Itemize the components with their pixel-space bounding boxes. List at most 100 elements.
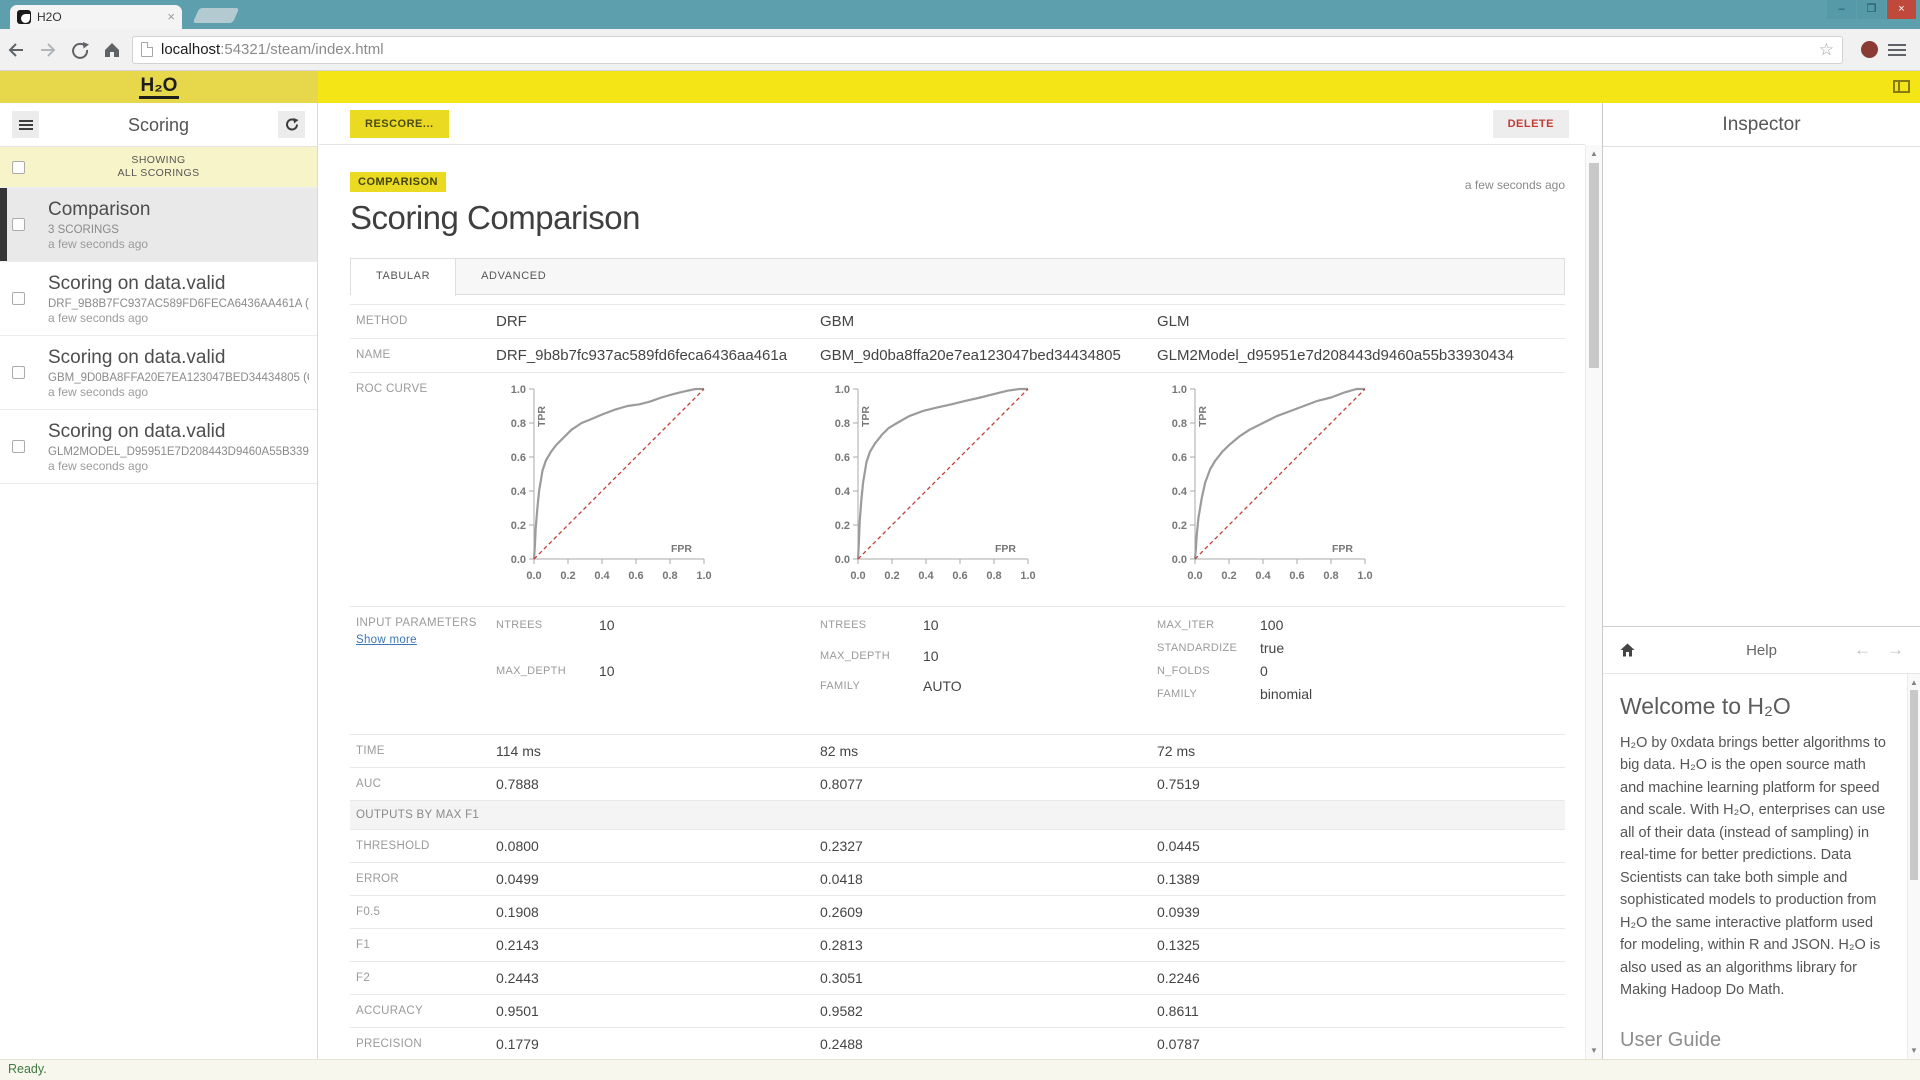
- scoring-item-subtitle: DRF_9B8B7FC937AC589FD6FECA6436AA461A (CA…: [48, 297, 309, 311]
- metric-row: F10.21430.28130.1325: [350, 928, 1565, 961]
- new-tab-button[interactable]: [193, 8, 240, 23]
- metric-value: 0.9582: [820, 1003, 1157, 1019]
- tab-advanced[interactable]: ADVANCED: [456, 259, 571, 294]
- roc-chance-line: [858, 389, 1028, 559]
- refresh-button[interactable]: [278, 111, 305, 138]
- scoring-list-item[interactable]: Scoring on data.validGLM2MODEL_D95951E7D…: [0, 410, 317, 484]
- metric-row: THRESHOLD0.08000.23270.0445: [350, 829, 1565, 862]
- svg-text:0.0: 0.0: [835, 554, 850, 566]
- back-icon[interactable]: [0, 35, 32, 65]
- svg-text:0.4: 0.4: [835, 486, 851, 498]
- show-more-link[interactable]: Show more: [356, 634, 496, 646]
- status-bar: Ready.: [0, 1059, 1920, 1080]
- scrollbar-thumb[interactable]: [1589, 163, 1599, 368]
- svg-text:FPR: FPR: [995, 543, 1016, 555]
- help-content: Welcome to H₂O H₂O by 0xdata brings bett…: [1603, 674, 1907, 1059]
- scroll-down-icon[interactable]: ▼: [1908, 1043, 1920, 1058]
- parameter-value: 10: [599, 615, 820, 658]
- minimize-button[interactable]: –: [1827, 0, 1856, 19]
- metric-label: PRECISION: [350, 1036, 496, 1052]
- metric-value: 0.2488: [820, 1036, 1157, 1052]
- svg-text:0.8: 0.8: [986, 570, 1001, 582]
- menu-button[interactable]: [12, 111, 39, 138]
- panes-icon[interactable]: [1893, 80, 1910, 93]
- svg-text:0.2: 0.2: [1172, 520, 1187, 532]
- scroll-down-icon[interactable]: ▼: [1586, 1043, 1602, 1058]
- app-header-sidebar: H₂O: [0, 71, 318, 103]
- scoring-item-title: Comparison: [48, 199, 309, 221]
- extension-icon[interactable]: [1861, 41, 1878, 58]
- method-row: METHODDRFGBMGLM: [350, 304, 1565, 338]
- svg-text:0.6: 0.6: [952, 570, 967, 582]
- svg-text:0.6: 0.6: [511, 452, 526, 464]
- svg-text:0.6: 0.6: [628, 570, 643, 582]
- forward-icon[interactable]: [32, 35, 64, 65]
- scoring-checkbox[interactable]: [12, 366, 25, 379]
- metric-value: 0.7888: [496, 776, 820, 792]
- svg-text:0.2: 0.2: [560, 570, 575, 582]
- metric-value: 0.2246: [1157, 970, 1565, 986]
- url-text[interactable]: localhost:54321/steam/index.html: [161, 41, 1819, 58]
- model-name-value: GLM2Model_d95951e7d208443d9460a55b339304…: [1157, 347, 1565, 364]
- reload-icon[interactable]: [64, 35, 96, 65]
- tab-close-icon[interactable]: ×: [167, 10, 175, 24]
- select-all-checkbox[interactable]: [12, 161, 25, 174]
- svg-text:0.8: 0.8: [835, 418, 850, 430]
- scoring-checkbox[interactable]: [12, 440, 25, 453]
- scoring-checkbox[interactable]: [12, 218, 25, 231]
- metric-label: AUC: [350, 776, 496, 792]
- scrollbar-thumb[interactable]: [1910, 690, 1918, 880]
- scroll-up-icon[interactable]: ▲: [1586, 146, 1602, 161]
- svg-text:0.4: 0.4: [594, 570, 610, 582]
- page-timestamp: a few seconds ago: [1465, 178, 1565, 192]
- browser-tab[interactable]: H2O ×: [10, 5, 182, 29]
- svg-text:0.2: 0.2: [835, 520, 850, 532]
- scoring-item-time: a few seconds ago: [48, 237, 309, 252]
- parameter-value: AUTO: [923, 676, 1157, 704]
- main-scrollbar[interactable]: ▲ ▼: [1585, 145, 1602, 1059]
- rescore-button[interactable]: RESCORE...: [350, 110, 449, 138]
- app-header-main: [318, 71, 1920, 103]
- view-tabs: TABULARADVANCED: [350, 258, 1565, 295]
- parameter-name: N_FOLDS: [1157, 661, 1260, 681]
- close-button[interactable]: ×: [1887, 0, 1916, 19]
- page-icon: [141, 42, 153, 57]
- method-value: GBM: [820, 313, 1157, 330]
- roc-curve-chart: 0.00.00.20.20.40.40.60.60.80.81.01.0TPRF…: [1157, 381, 1392, 593]
- parameter-value: 10: [923, 646, 1157, 674]
- metric-value: 114 ms: [496, 743, 820, 759]
- svg-text:0.0: 0.0: [1187, 570, 1202, 582]
- svg-text:0.4: 0.4: [1172, 486, 1188, 498]
- help-scrollbar[interactable]: ▲ ▼: [1907, 674, 1920, 1059]
- parameter-name: NTREES: [820, 615, 923, 643]
- url-bar[interactable]: localhost:54321/steam/index.html ☆: [132, 36, 1843, 64]
- metric-value: 0.2609: [820, 904, 1157, 920]
- help-forward-icon[interactable]: →: [1887, 640, 1904, 660]
- scoring-list-item[interactable]: Scoring on data.validDRF_9B8B7FC937AC589…: [0, 262, 317, 336]
- delete-button[interactable]: DELETE: [1493, 110, 1569, 138]
- home-icon[interactable]: [96, 35, 128, 65]
- parameter-value: binomial: [1260, 684, 1565, 704]
- browser-menu-icon[interactable]: [1888, 41, 1906, 59]
- metric-value: 0.0787: [1157, 1036, 1565, 1052]
- showing-filter-row: SHOWING ALL SCORINGS: [0, 147, 317, 188]
- scoring-checkbox[interactable]: [12, 292, 25, 305]
- url-path: :54321/steam/index.html: [220, 41, 383, 58]
- scoring-list-item[interactable]: Scoring on data.validGBM_9D0BA8FFA20E7EA…: [0, 336, 317, 410]
- parameters-cell: NTREES10MAX_DEPTH10: [496, 615, 820, 704]
- parameter-value: 0: [1260, 661, 1565, 681]
- help-back-icon[interactable]: ←: [1854, 640, 1871, 660]
- scoring-item-time: a few seconds ago: [48, 459, 309, 474]
- parameter-name: MAX_ITER: [1157, 615, 1260, 635]
- maximize-button[interactable]: ❐: [1857, 0, 1886, 19]
- bookmark-star-icon[interactable]: ☆: [1819, 40, 1834, 60]
- tab-tabular[interactable]: TABULAR: [351, 259, 456, 296]
- parameter-name: FAMILY: [1157, 684, 1260, 704]
- parameter-value: 10: [923, 615, 1157, 643]
- scroll-up-icon[interactable]: ▲: [1908, 675, 1920, 690]
- svg-text:0.8: 0.8: [1172, 418, 1187, 430]
- sidebar: Scoring SHOWING ALL SCORINGS Comparison3…: [0, 103, 318, 1059]
- metric-value: 0.2143: [496, 937, 820, 953]
- scoring-list-item[interactable]: Comparison3 SCORINGSa few seconds ago: [0, 188, 317, 262]
- svg-text:1.0: 1.0: [1020, 570, 1035, 582]
